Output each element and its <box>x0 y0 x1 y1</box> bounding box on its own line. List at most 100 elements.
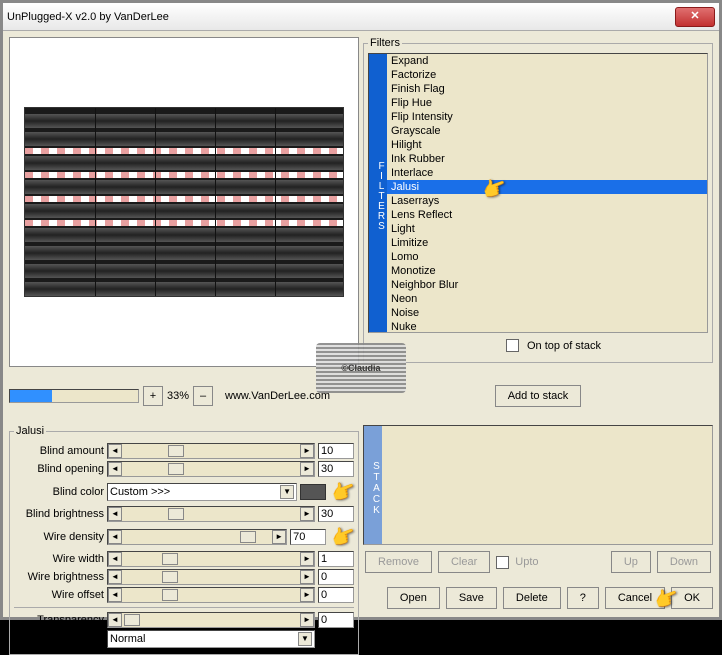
down-button[interactable]: Down <box>657 551 711 573</box>
on-top-checkbox[interactable] <box>506 339 519 352</box>
filter-item[interactable]: Laserrays <box>387 194 707 208</box>
param-slider[interactable]: ◄► <box>107 529 287 545</box>
params-legend: Jalusi <box>14 425 46 437</box>
cancel-button[interactable]: Cancel <box>605 587 665 609</box>
filters-tab: FILTERS <box>369 54 387 332</box>
param-value[interactable] <box>318 587 354 603</box>
delete-button[interactable]: Delete <box>503 587 561 609</box>
param-slider[interactable]: ◄► <box>107 587 315 603</box>
param-slider[interactable]: ◄► <box>107 443 315 459</box>
left-arrow-icon[interactable]: ◄ <box>108 588 122 602</box>
filter-item[interactable]: Hilight <box>387 138 707 152</box>
close-button[interactable]: ✕ <box>675 7 715 27</box>
filter-item[interactable]: Lens Reflect <box>387 208 707 222</box>
filter-item[interactable]: Ink Rubber <box>387 152 707 166</box>
upto-checkbox[interactable] <box>496 556 509 569</box>
param-label: Wire brightness <box>14 571 104 583</box>
filter-item[interactable]: Light <box>387 222 707 236</box>
preview-image <box>24 107 344 297</box>
left-arrow-icon[interactable]: ◄ <box>108 507 122 521</box>
right-arrow-icon[interactable]: ► <box>300 588 314 602</box>
right-arrow-icon[interactable]: ► <box>300 444 314 458</box>
right-arrow-icon[interactable]: ► <box>300 552 314 566</box>
param-value[interactable] <box>318 461 354 477</box>
vendor-url: www.VanDerLee.com <box>225 390 330 402</box>
param-slider[interactable]: ◄► <box>107 569 315 585</box>
transparency-value[interactable] <box>318 612 354 628</box>
left-arrow-icon[interactable]: ◄ <box>108 570 122 584</box>
ok-button[interactable]: OK👉 <box>671 587 713 609</box>
right-arrow-icon[interactable]: ► <box>300 462 314 476</box>
left-arrow-icon[interactable]: ◄ <box>108 444 122 458</box>
up-button[interactable]: Up <box>611 551 651 573</box>
right-arrow-icon[interactable]: ► <box>272 530 286 544</box>
transparency-label: Transparency <box>14 614 104 626</box>
left-arrow-icon[interactable]: ◄ <box>108 530 122 544</box>
param-slider[interactable]: ◄► <box>107 551 315 567</box>
param-value[interactable] <box>318 443 354 459</box>
left-arrow-icon[interactable]: ◄ <box>108 613 122 627</box>
color-swatch[interactable] <box>300 484 326 500</box>
param-label: Blind brightness <box>14 508 104 520</box>
filters-fieldset: Filters FILTERS ExpandFactorizeFinish Fl… <box>363 37 713 363</box>
help-button[interactable]: ? <box>567 587 599 609</box>
filter-item[interactable]: Factorize <box>387 68 707 82</box>
filters-listbox[interactable]: ExpandFactorizeFinish FlagFlip HueFlip I… <box>387 54 707 332</box>
stack-tab: STACK <box>364 426 382 544</box>
chevron-down-icon[interactable]: ▼ <box>280 485 294 499</box>
filter-item[interactable]: Flip Intensity <box>387 110 707 124</box>
blend-mode-combo[interactable]: Normal ▼ <box>107 630 315 648</box>
param-value[interactable] <box>318 506 354 522</box>
zoom-out-button[interactable]: – <box>193 386 213 406</box>
clear-button[interactable]: Clear <box>438 551 490 573</box>
titlebar: UnPlugged-X v2.0 by VanDerLee ✕ <box>3 3 719 31</box>
param-slider[interactable]: ◄► <box>107 506 315 522</box>
filter-item[interactable]: Monotize <box>387 264 707 278</box>
upto-label: Upto <box>515 556 538 568</box>
params-fieldset: Jalusi Blind amount◄►Blind opening◄►Blin… <box>9 425 359 655</box>
filter-item[interactable]: Lomo <box>387 250 707 264</box>
filter-item[interactable]: Grayscale <box>387 124 707 138</box>
param-label: Blind amount <box>14 445 104 457</box>
param-value[interactable] <box>290 529 326 545</box>
zoom-in-button[interactable]: + <box>143 386 163 406</box>
param-label: Blind color <box>14 486 104 498</box>
param-slider[interactable]: ◄► <box>107 461 315 477</box>
filter-item[interactable]: Neon <box>387 292 707 306</box>
filter-item[interactable]: Neighbor Blur <box>387 278 707 292</box>
zoom-value: 33% <box>167 390 189 402</box>
left-arrow-icon[interactable]: ◄ <box>108 462 122 476</box>
param-value[interactable] <box>318 551 354 567</box>
right-arrow-icon[interactable]: ► <box>300 613 314 627</box>
blind-color-combo[interactable]: Custom >>>▼ <box>107 483 297 501</box>
stack-list: STACK <box>363 425 713 545</box>
filter-item[interactable]: Nuke <box>387 320 707 332</box>
pointer-icon: 👉 <box>328 475 360 507</box>
pointer-icon: 👉 <box>328 520 360 552</box>
open-button[interactable]: Open <box>387 587 440 609</box>
remove-button[interactable]: Remove <box>365 551 432 573</box>
transparency-slider[interactable]: ◄ ► <box>107 612 315 628</box>
filter-item[interactable]: Expand <box>387 54 707 68</box>
filter-item[interactable]: Flip Hue <box>387 96 707 110</box>
filter-item[interactable]: Finish Flag <box>387 82 707 96</box>
right-arrow-icon[interactable]: ► <box>300 507 314 521</box>
param-label: Blind opening <box>14 463 104 475</box>
on-top-label: On top of stack <box>527 340 601 352</box>
filter-item[interactable]: Interlace <box>387 166 707 180</box>
filters-legend: Filters <box>368 37 402 49</box>
chevron-down-icon[interactable]: ▼ <box>298 632 312 646</box>
left-arrow-icon[interactable]: ◄ <box>108 552 122 566</box>
filter-item[interactable]: Limitize <box>387 236 707 250</box>
filter-item[interactable]: Jalusi👉 <box>387 180 707 194</box>
save-button[interactable]: Save <box>446 587 497 609</box>
zoom-bar: + 33% – www.VanDerLee.com <box>9 371 359 421</box>
param-label: Wire density <box>14 531 104 543</box>
stack-items[interactable] <box>382 426 712 544</box>
param-value[interactable] <box>318 569 354 585</box>
right-arrow-icon[interactable]: ► <box>300 570 314 584</box>
add-to-stack-button[interactable]: Add to stack <box>495 385 582 407</box>
preview-pane <box>9 37 359 367</box>
filter-item[interactable]: Noise <box>387 306 707 320</box>
window-title: UnPlugged-X v2.0 by VanDerLee <box>7 11 169 23</box>
